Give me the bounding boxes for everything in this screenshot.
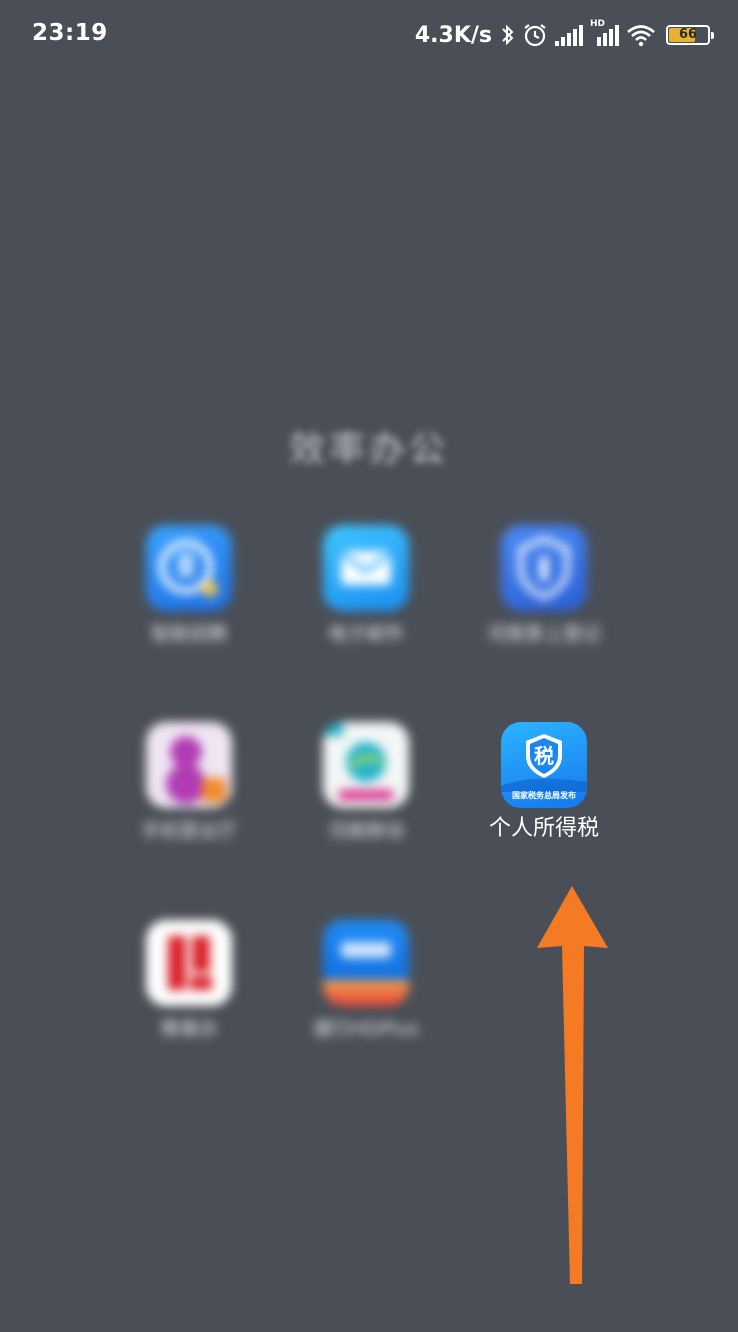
- arrow-up-icon: [537, 886, 608, 1284]
- app-label: 手机营业厅: [141, 820, 237, 842]
- app-label: 电子邮件: [327, 623, 404, 645]
- app-yushiban[interactable]: 豫事办: [99, 920, 279, 1044]
- app-personal-income-tax[interactable]: 税 国家税务总局发布 个人所得税: [454, 722, 634, 844]
- signal-icon: [554, 23, 584, 47]
- folder-title: 效率办公: [288, 429, 449, 470]
- signal-hd-icon: HD: [590, 19, 620, 47]
- app-bank[interactable]: 建行HDPlus: [276, 920, 456, 1044]
- battery-icon: 66: [666, 25, 714, 45]
- email-app-icon[interactable]: [323, 525, 409, 611]
- app-label: 河南移动: [327, 820, 404, 842]
- tax-app-icon[interactable]: 税 国家税务总局发布: [501, 722, 587, 808]
- app-label: 智联招聘: [150, 623, 227, 645]
- tax-icon-caption: 国家税务总局发布: [512, 791, 576, 800]
- status-bar: 23:19 4.3K/s HD 66: [0, 0, 738, 70]
- app-zhaopin[interactable]: 智联招聘: [99, 525, 279, 649]
- bluetooth-icon: [500, 23, 516, 47]
- app-label: 河南掌上登记: [486, 623, 601, 645]
- app-label: 豫事办: [160, 1018, 218, 1040]
- app-henan-register[interactable]: 河南掌上登记: [454, 525, 634, 649]
- bank-app-icon[interactable]: [323, 920, 409, 1006]
- china-mobile-app-icon[interactable]: [323, 722, 409, 808]
- app-label: 个人所得税: [488, 816, 599, 841]
- app-email[interactable]: 电子邮件: [276, 525, 456, 649]
- alarm-icon: [522, 22, 548, 48]
- mobile-hall-app-icon[interactable]: [146, 722, 232, 808]
- battery-level: 66: [678, 27, 698, 42]
- app-label: 建行HDPlus: [313, 1018, 419, 1040]
- shield-app-icon[interactable]: [501, 525, 587, 611]
- app-mobile-hall[interactable]: 手机营业厅: [99, 722, 279, 846]
- hd-label: HD: [590, 19, 606, 29]
- status-time: 23:19: [32, 20, 108, 46]
- status-icons: 4.3K/s HD 66: [414, 18, 714, 52]
- network-speed: 4.3K/s: [414, 22, 492, 48]
- zhaopin-app-icon[interactable]: [146, 525, 232, 611]
- tax-icon-glyph: 税: [534, 744, 554, 768]
- wifi-icon: [626, 23, 656, 47]
- app-china-mobile[interactable]: 河南移动: [276, 722, 456, 846]
- yushiban-app-icon[interactable]: [146, 920, 232, 1006]
